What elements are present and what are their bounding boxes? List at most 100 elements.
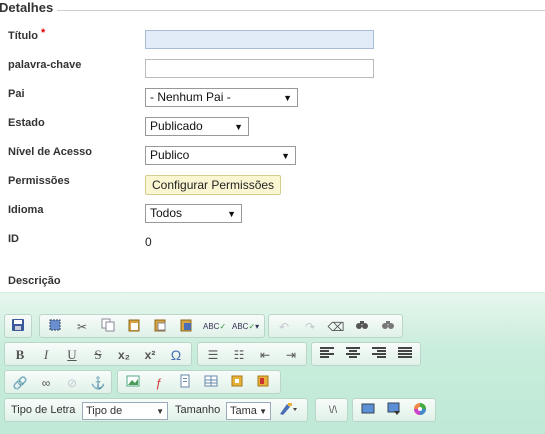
superscript-icon[interactable]: x² — [141, 346, 159, 364]
required-marker: * — [40, 27, 46, 39]
edit-link-icon[interactable]: ∞ — [37, 374, 55, 392]
font-group: Tipo de Letra Tipo de ▼ Tamanho Tama ▼ — [4, 398, 308, 422]
permissions-row: Permissões Configurar Permissões — [0, 175, 545, 197]
insert-template-icon[interactable] — [254, 374, 272, 392]
access-row: Nível de Acesso Publico ▼ — [0, 146, 545, 168]
fieldset-legend: Detalhes — [0, 0, 58, 16]
size-label: Tamanho — [175, 404, 221, 416]
language-row: Idioma Todos ▼ — [0, 204, 545, 226]
list-group: ☰ ☷ ⇤ ⇥ — [197, 342, 307, 366]
keyword-label: palavra-chave — [8, 59, 82, 71]
chevron-down-icon: ▼ — [156, 407, 164, 416]
language-select-value: Todos — [150, 206, 183, 220]
select-all-icon[interactable] — [46, 318, 64, 336]
special-char-icon[interactable]: Ω — [167, 346, 185, 364]
source-group: \/\ — [315, 398, 348, 422]
size-select-value: Tama — [230, 405, 257, 417]
insert-table-icon[interactable] — [202, 374, 220, 392]
title-label-text: Título — [8, 30, 38, 42]
indent-icon[interactable]: ⇥ — [282, 346, 300, 364]
insert-media-icon[interactable] — [228, 374, 246, 392]
chevron-down-icon: ▼ — [281, 151, 290, 161]
parent-select[interactable]: - Nenhum Pai - ▼ — [145, 88, 298, 107]
cut-icon[interactable]: ✂ — [73, 318, 91, 336]
size-select[interactable]: Tama ▼ — [226, 402, 271, 420]
spellcheck-icon[interactable]: ABC✓ — [203, 318, 226, 336]
id-label: ID — [8, 233, 19, 245]
access-label: Nível de Acesso — [8, 146, 92, 158]
insert-document-icon[interactable] — [176, 374, 194, 392]
eraser-icon[interactable]: ⌫ — [327, 318, 345, 336]
align-justify-icon[interactable] — [396, 346, 414, 364]
find-icon[interactable] — [353, 318, 371, 336]
insert-flash-icon[interactable]: ƒ — [150, 374, 168, 392]
parent-select-value: - Nenhum Pai - — [150, 90, 231, 104]
align-group — [311, 342, 421, 366]
permissions-label: Permissões — [8, 175, 70, 187]
paste-word-icon[interactable] — [177, 318, 195, 336]
unlink-icon[interactable]: ⊘ — [63, 374, 81, 392]
font-select-value: Tipo de — [86, 405, 123, 417]
font-label: Tipo de Letra — [11, 404, 76, 416]
clipboard-group: ✂ ABC✓ ABC✓▾ — [39, 314, 265, 338]
insert-link-icon[interactable]: 🔗 — [11, 374, 29, 392]
anchor-icon[interactable]: ⚓ — [89, 374, 107, 392]
rich-text-editor: ✂ ABC✓ ABC✓▾ ↶ ↷ ⌫ B I U S x₂ x² Ω ☰ ☷ ⇤… — [0, 292, 545, 434]
chevron-down-icon: ▼ — [259, 407, 267, 416]
align-center-icon[interactable] — [344, 346, 362, 364]
state-select[interactable]: Publicado ▼ — [145, 117, 249, 136]
state-row: Estado Publicado ▼ — [0, 117, 545, 139]
access-select-value: Publico — [150, 148, 190, 162]
outdent-icon[interactable]: ⇤ — [256, 346, 274, 364]
misc-group — [352, 398, 436, 422]
italic-icon[interactable]: I — [37, 346, 55, 364]
format-group: B I U S x₂ x² Ω — [4, 342, 192, 366]
language-label: Idioma — [8, 204, 44, 216]
replace-icon[interactable] — [379, 318, 397, 336]
keyword-input[interactable] — [145, 59, 374, 78]
chevron-down-icon: ▼ — [283, 93, 292, 103]
undo-icon[interactable]: ↶ — [275, 318, 293, 336]
insert-group: ƒ — [117, 370, 281, 394]
parent-label: Pai — [8, 88, 25, 100]
description-label: Descrição — [8, 275, 61, 287]
redo-icon[interactable]: ↷ — [301, 318, 319, 336]
title-input[interactable] — [145, 30, 374, 49]
color-picker-icon[interactable] — [411, 402, 429, 420]
numbered-list-icon[interactable]: ☰ — [204, 346, 222, 364]
title-row: Título * — [0, 27, 545, 52]
language-select[interactable]: Todos ▼ — [145, 204, 242, 223]
access-select[interactable]: Publico ▼ — [145, 146, 296, 165]
chevron-down-icon: ▼ — [227, 209, 236, 219]
title-label: Título * — [8, 27, 46, 42]
preview-icon[interactable] — [385, 402, 403, 420]
strikethrough-icon[interactable]: S — [89, 346, 107, 364]
underline-icon[interactable]: U — [63, 346, 81, 364]
fullscreen-icon[interactable] — [359, 402, 377, 420]
state-label: Estado — [8, 117, 45, 129]
configure-permissions-button[interactable]: Configurar Permissões — [145, 175, 282, 195]
bullet-list-icon[interactable]: ☷ — [230, 346, 248, 364]
fieldset-border — [0, 10, 545, 11]
save-group — [4, 314, 32, 338]
source-code-icon[interactable]: \/\ — [322, 402, 344, 420]
style-brush-icon[interactable] — [278, 402, 300, 420]
save-icon[interactable] — [9, 318, 27, 336]
copy-icon[interactable] — [99, 318, 117, 336]
subscript-icon[interactable]: x₂ — [115, 346, 133, 364]
align-right-icon[interactable] — [370, 346, 388, 364]
insert-image-icon[interactable] — [124, 374, 142, 392]
font-select[interactable]: Tipo de ▼ — [82, 402, 168, 420]
parent-row: Pai - Nenhum Pai - ▼ — [0, 88, 545, 110]
align-left-icon[interactable] — [318, 346, 336, 364]
paste-icon[interactable] — [125, 318, 143, 336]
chevron-down-icon: ▼ — [234, 122, 243, 132]
id-row: ID 0 — [0, 233, 545, 255]
undo-group: ↶ ↷ ⌫ — [268, 314, 403, 338]
bold-icon[interactable]: B — [11, 346, 29, 364]
paste-text-icon[interactable] — [151, 318, 169, 336]
state-select-value: Publicado — [150, 119, 203, 133]
id-value: 0 — [145, 235, 152, 249]
spellcheck-as-you-type-icon[interactable]: ABC✓▾ — [232, 318, 259, 336]
link-group: 🔗 ∞ ⊘ ⚓ — [4, 370, 112, 394]
